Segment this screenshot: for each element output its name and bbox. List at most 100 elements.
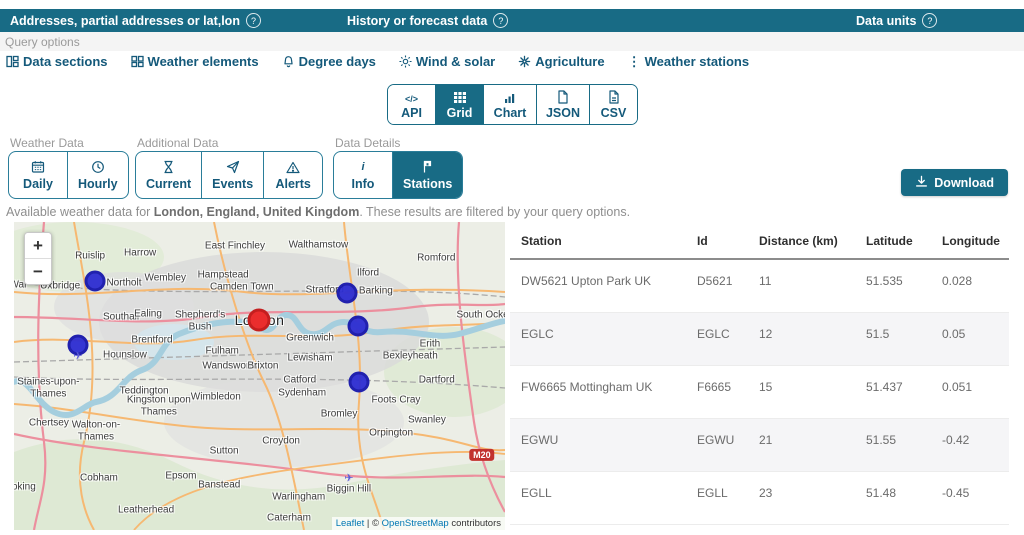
info-icon: i bbox=[361, 160, 364, 175]
query-option-weather-stations[interactable]: ⋮ Weather stations bbox=[628, 54, 750, 69]
map-place-label: Camden Town bbox=[210, 281, 274, 293]
zoom-in-button[interactable]: + bbox=[25, 233, 51, 259]
col-station: Station bbox=[510, 228, 686, 259]
help-icon[interactable]: ? bbox=[493, 13, 508, 28]
tab-csv[interactable]: CSV bbox=[589, 85, 637, 124]
map-place-label: Lewisham bbox=[288, 352, 333, 364]
cell-distance: 23 bbox=[748, 472, 855, 525]
map-marker[interactable] bbox=[248, 308, 271, 331]
button-label: Current bbox=[146, 177, 191, 191]
query-header-bar: Addresses, partial addresses or lat,lon … bbox=[0, 9, 1024, 32]
tab-json[interactable]: JSON bbox=[536, 85, 589, 124]
query-option-label: Data sections bbox=[23, 54, 108, 69]
tab-label: Chart bbox=[494, 106, 527, 120]
current-button[interactable]: Current bbox=[136, 152, 201, 198]
map-attribution: Leaflet | © OpenStreetMap contributors bbox=[332, 517, 505, 530]
cell-latitude: 51.48 bbox=[855, 472, 931, 525]
map-place-label: Cobham bbox=[80, 472, 118, 484]
daily-button[interactable]: Daily bbox=[9, 152, 67, 198]
results-status-line: Available weather data for London, Engla… bbox=[6, 205, 630, 219]
map-marker[interactable]: ✈ bbox=[73, 349, 82, 362]
query-option-data-sections[interactable]: Data sections bbox=[6, 54, 108, 69]
cell-distance: 11 bbox=[748, 259, 855, 313]
query-option-degree-days[interactable]: Degree days bbox=[282, 54, 376, 69]
grid-icon bbox=[453, 90, 467, 104]
weather-data-group: Daily Hourly bbox=[8, 151, 129, 199]
map-place-label: Foots Cray bbox=[372, 394, 421, 406]
help-icon[interactable]: ? bbox=[922, 13, 937, 28]
cell-latitude: 51.5 bbox=[855, 313, 931, 366]
map-place-label: South Ocken bbox=[456, 309, 505, 321]
map-marker[interactable] bbox=[347, 316, 368, 337]
paper-plane-icon bbox=[226, 160, 240, 175]
leaflet-link[interactable]: Leaflet bbox=[336, 518, 365, 529]
help-icon[interactable]: ? bbox=[246, 13, 261, 28]
file-icon bbox=[608, 90, 620, 104]
file-icon bbox=[557, 90, 569, 104]
status-location: London, England, United Kingdom bbox=[154, 205, 360, 219]
stations-button[interactable]: Stations bbox=[392, 152, 462, 198]
cell-station: EGLC bbox=[510, 313, 686, 366]
map-place-label: Brixton bbox=[247, 360, 278, 372]
map-place-label: Croydon bbox=[262, 435, 300, 447]
osm-link[interactable]: OpenStreetMap bbox=[382, 518, 449, 529]
cell-latitude: 51.55 bbox=[855, 419, 931, 472]
map-place-label: Bexleyheath bbox=[383, 350, 438, 362]
tab-label: CSV bbox=[601, 106, 627, 120]
map-place-label: Dartford bbox=[419, 374, 455, 386]
cell-distance: 15 bbox=[748, 366, 855, 419]
stations-map[interactable]: RuislipHarrowEast FinchleyWalthamstowRom… bbox=[14, 222, 505, 530]
events-button[interactable]: Events bbox=[201, 152, 263, 198]
tab-label: Grid bbox=[447, 106, 473, 120]
cell-longitude: 0.028 bbox=[931, 259, 1009, 313]
units-field-header[interactable]: Data units ? bbox=[856, 9, 937, 32]
map-place-label: Barking bbox=[359, 285, 393, 297]
alerts-button[interactable]: Alerts bbox=[263, 152, 322, 198]
table-row: EGLC EGLC 12 51.5 0.05 bbox=[510, 313, 1009, 366]
map-place-label: Fulham bbox=[205, 345, 238, 357]
button-label: Daily bbox=[23, 177, 53, 191]
history-field-header[interactable]: History or forecast data ? bbox=[347, 9, 508, 32]
col-latitude: Latitude bbox=[855, 228, 931, 259]
query-option-label: Wind & solar bbox=[416, 54, 495, 69]
map-place-label: Hounslow bbox=[103, 349, 147, 361]
download-label: Download bbox=[934, 176, 994, 190]
map-place-label: Wimbledon bbox=[191, 391, 241, 403]
cell-longitude: -0.42 bbox=[931, 419, 1009, 472]
chart-icon bbox=[503, 90, 517, 104]
additional-data-group-title: Additional Data bbox=[137, 136, 218, 150]
tab-chart[interactable]: Chart bbox=[483, 85, 536, 124]
tab-label: API bbox=[401, 106, 422, 120]
table-row: EGWU EGWU 21 51.55 -0.42 bbox=[510, 419, 1009, 472]
attribution-suffix: contributors bbox=[449, 518, 501, 529]
query-option-weather-elements[interactable]: Weather elements bbox=[131, 54, 259, 69]
map-marker[interactable] bbox=[336, 283, 357, 304]
zoom-out-button[interactable]: − bbox=[25, 259, 51, 284]
cell-station: EGLL bbox=[510, 472, 686, 525]
hourly-button[interactable]: Hourly bbox=[67, 152, 128, 198]
button-label: Stations bbox=[403, 177, 452, 191]
map-marker[interactable] bbox=[349, 371, 370, 392]
cell-latitude: 51.535 bbox=[855, 259, 931, 313]
map-place-label: Catford bbox=[283, 374, 316, 386]
cell-id: EGLL bbox=[686, 472, 748, 525]
map-marker[interactable]: ✈ bbox=[344, 471, 353, 484]
info-button[interactable]: i Info bbox=[334, 152, 392, 198]
download-button[interactable]: Download bbox=[901, 169, 1008, 196]
tab-label: JSON bbox=[546, 106, 580, 120]
map-place-label: Sutton bbox=[210, 445, 239, 457]
query-option-label: Weather stations bbox=[645, 54, 750, 69]
map-marker[interactable] bbox=[85, 271, 106, 292]
button-label: Alerts bbox=[275, 177, 310, 191]
button-label: Info bbox=[352, 177, 375, 191]
cell-latitude: 51.437 bbox=[855, 366, 931, 419]
flag-icon bbox=[421, 160, 434, 175]
map-place-label: Hampstead bbox=[198, 269, 249, 281]
query-option-wind-solar[interactable]: Wind & solar bbox=[399, 54, 495, 69]
address-field-header[interactable]: Addresses, partial addresses or lat,lon … bbox=[10, 9, 261, 32]
tab-api[interactable]: </> API bbox=[388, 85, 435, 124]
query-option-agriculture[interactable]: Agriculture bbox=[518, 54, 604, 69]
tab-grid[interactable]: Grid bbox=[435, 85, 483, 124]
map-place-label: Leatherhead bbox=[118, 504, 174, 516]
button-label: Events bbox=[212, 177, 253, 191]
